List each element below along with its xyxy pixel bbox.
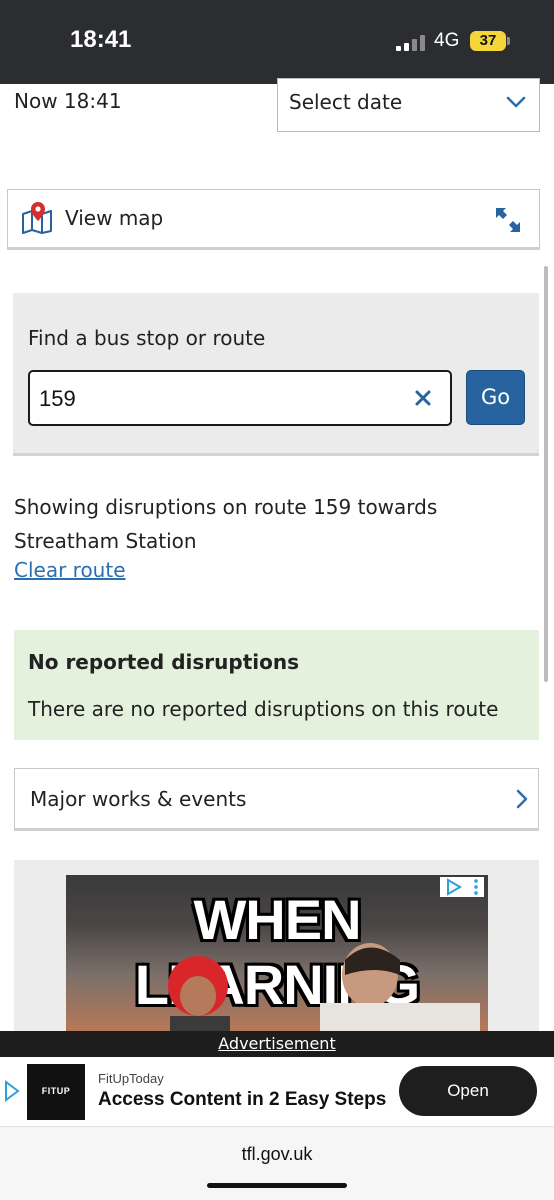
home-indicator[interactable] [207, 1183, 347, 1188]
boxer-headgear-image [168, 956, 230, 1040]
url-text: tfl.gov.uk [241, 1144, 313, 1164]
view-map-label: View map [65, 206, 164, 230]
now-time-label: Now 18:41 [14, 89, 122, 113]
search-input-value: 159 [39, 386, 76, 411]
route-disruption-summary: Showing disruptions on route 159 towards… [14, 495, 438, 553]
advertisement-bar: Advertisement [0, 1031, 554, 1057]
advertiser-name: FitUpToday [98, 1071, 164, 1086]
expand-arrows-icon [496, 208, 520, 232]
status-bar: 18:41 4G 37 [0, 0, 554, 84]
battery-nub [507, 37, 510, 45]
map-pin-icon [22, 202, 52, 234]
chevron-right-icon [516, 789, 528, 809]
network-type: 4G [434, 30, 460, 51]
disruption-status-box: No reported disruptions There are no rep… [14, 630, 539, 740]
search-panel: Find a bus stop or route 159 Go [13, 293, 539, 456]
signal-icon [396, 35, 426, 51]
browser-url-bar[interactable]: tfl.gov.uk [0, 1127, 554, 1200]
trainer-image [320, 943, 480, 1040]
search-heading: Find a bus stop or route [28, 326, 266, 350]
search-input[interactable]: 159 [28, 370, 452, 426]
go-button[interactable]: Go [466, 370, 525, 425]
chevron-down-icon [506, 96, 526, 108]
view-map-button[interactable]: View map [7, 189, 540, 250]
clear-icon[interactable] [413, 388, 433, 408]
ad-banner[interactable]: FITUP FitUpToday Access Content in 2 Eas… [0, 1057, 554, 1127]
advertiser-logo-text: FITUP [41, 1086, 71, 1096]
page: 18:41 4G 37 Now 18:41 Select date View m… [0, 0, 554, 1200]
clear-route-link[interactable]: Clear route [14, 558, 126, 582]
battery-icon: 37 [470, 31, 506, 51]
ad-choices-icon[interactable] [440, 877, 484, 897]
status-description: There are no reported disruptions on thi… [28, 697, 499, 721]
scrollbar[interactable] [544, 266, 548, 682]
date-select-value: Select date [289, 90, 403, 114]
status-time: 18:41 [70, 26, 132, 53]
date-select[interactable]: Select date [277, 78, 540, 132]
status-title: No reported disruptions [28, 650, 299, 674]
advertisement-label[interactable]: Advertisement [218, 1034, 335, 1053]
ad-info-icon[interactable] [3, 1080, 21, 1102]
major-works-link[interactable]: Major works & events [14, 768, 539, 831]
ad-title: Access Content in 2 Easy Steps [98, 1089, 387, 1110]
major-works-label: Major works & events [30, 787, 247, 811]
advertiser-logo: FITUP [27, 1064, 85, 1120]
ad-open-button[interactable]: Open [399, 1066, 537, 1116]
